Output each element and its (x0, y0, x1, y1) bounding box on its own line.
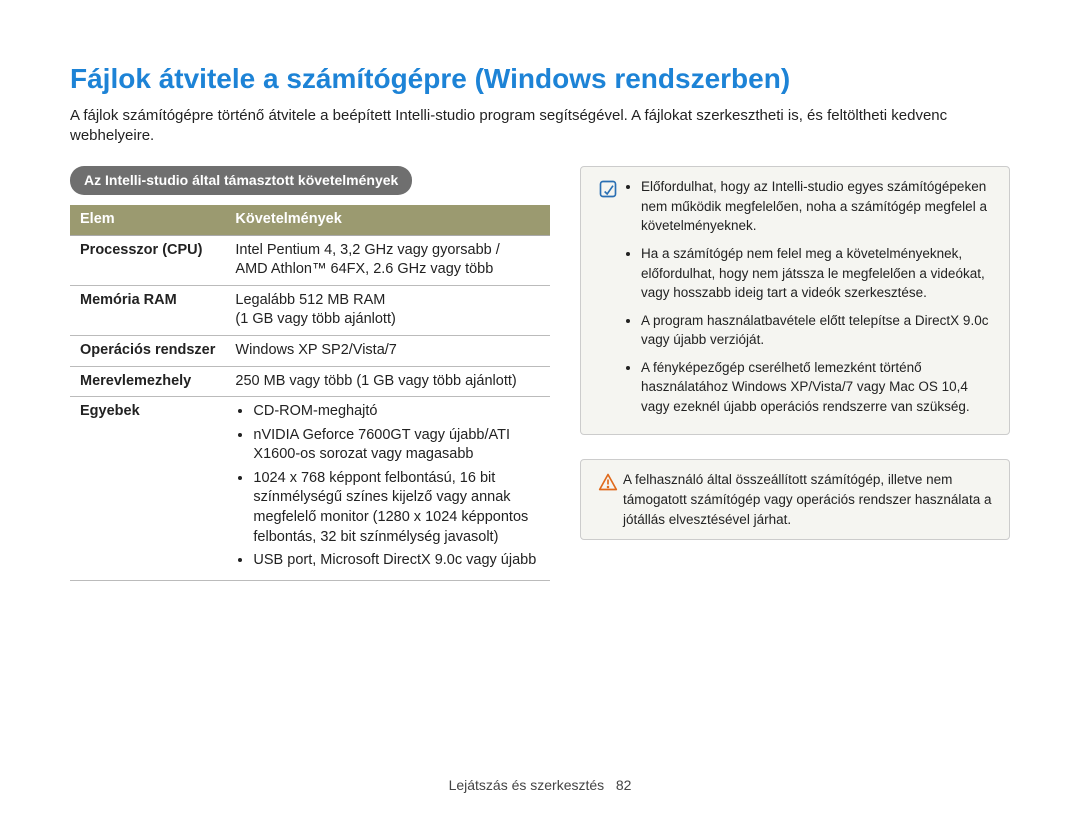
warning-icon (593, 470, 623, 529)
intro-text: A fájlok számítógépre történő átvitele a… (70, 106, 1010, 147)
list-item: CD-ROM-meghajtó (253, 402, 540, 422)
table-header-req: Követelmények (225, 205, 550, 235)
row-value-ram: Legalább 512 MB RAM (1 GB vagy több aján… (225, 285, 550, 335)
table-row: Processzor (CPU) Intel Pentium 4, 3,2 GH… (70, 235, 550, 285)
list-item: nVIDIA Geforce 7600GT vagy újabb/ATI X16… (253, 426, 540, 465)
list-item: A program használatbavétele előtt telepí… (641, 311, 997, 350)
footer-page-number: 82 (616, 777, 632, 793)
info-note-box: Előfordulhat, hogy az Intelli-studio egy… (580, 166, 1010, 435)
info-icon (593, 177, 623, 424)
warning-note-box: A felhasználó által összeállított számít… (580, 459, 1010, 540)
row-value-cpu: Intel Pentium 4, 3,2 GHz vagy gyorsabb /… (225, 235, 550, 285)
list-item: USB port, Microsoft DirectX 9.0c vagy új… (253, 551, 540, 571)
table-row: Memória RAM Legalább 512 MB RAM (1 GB va… (70, 285, 550, 335)
warning-text: A felhasználó által összeállított számít… (623, 470, 997, 529)
list-item: Előfordulhat, hogy az Intelli-studio egy… (641, 177, 997, 236)
table-row: Operációs rendszer Windows XP SP2/Vista/… (70, 336, 550, 367)
row-label-os: Operációs rendszer (70, 336, 225, 367)
row-label-cpu: Processzor (CPU) (70, 235, 225, 285)
row-value-other: CD-ROM-meghajtó nVIDIA Geforce 7600GT va… (225, 397, 550, 581)
table-row: Egyebek CD-ROM-meghajtó nVIDIA Geforce 7… (70, 397, 550, 581)
row-label-other: Egyebek (70, 397, 225, 581)
requirements-table: Elem Követelmények Processzor (CPU) Inte… (70, 205, 550, 580)
list-item: Ha a számítógép nem felel meg a követelm… (641, 244, 997, 303)
table-header-item: Elem (70, 205, 225, 235)
page-title: Fájlok átvitele a számítógépre (Windows … (70, 60, 1010, 98)
footer-section: Lejátszás és szerkesztés (449, 777, 605, 793)
row-value-hdd: 250 MB vagy több (1 GB vagy több ajánlot… (225, 366, 550, 397)
row-value-os: Windows XP SP2/Vista/7 (225, 336, 550, 367)
row-label-hdd: Merevlemezhely (70, 366, 225, 397)
table-row: Merevlemezhely 250 MB vagy több (1 GB va… (70, 366, 550, 397)
requirements-heading: Az Intelli-studio által támasztott követ… (70, 166, 412, 195)
list-item: A fényképezőgép cserélhető lemezként tör… (641, 358, 997, 417)
row-label-ram: Memória RAM (70, 285, 225, 335)
list-item: 1024 x 768 képpont felbontású, 16 bit sz… (253, 469, 540, 547)
page-footer: Lejátszás és szerkesztés 82 (0, 776, 1080, 795)
